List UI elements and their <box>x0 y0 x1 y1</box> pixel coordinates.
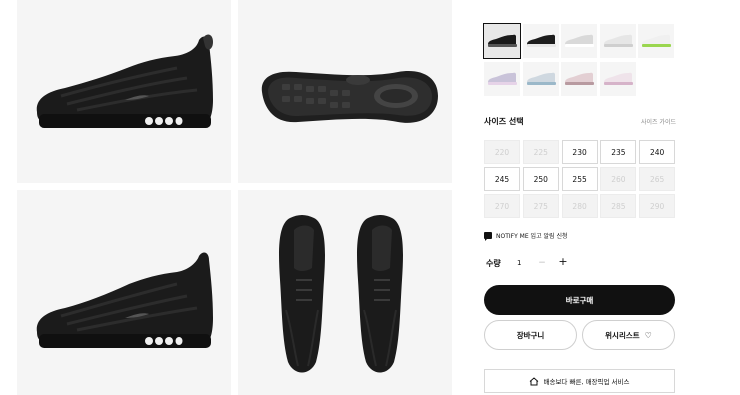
quantity-value[interactable]: 1 <box>517 259 521 267</box>
colorway-swatch[interactable] <box>561 24 597 58</box>
quantity-plus-button[interactable]: + <box>557 256 569 268</box>
shoe-top-view-image[interactable] <box>238 190 452 395</box>
size-option-235[interactable]: 235 <box>600 140 637 164</box>
size-option-275: 275 <box>522 194 559 218</box>
size-header: 사이즈 선택 사이즈 가이드 <box>484 116 676 130</box>
wishlist-label: 위시리스트 <box>605 330 640 340</box>
size-grid: 220 225 230 235 240 245 250 255 260 265 270 275 280 2… <box>484 140 676 218</box>
wishlist-button[interactable]: 위시리스트 ♡ <box>582 320 675 350</box>
chat-icon <box>484 232 492 241</box>
size-option-270: 270 <box>484 194 520 218</box>
quantity-stepper: 수량 1 − + <box>484 256 676 271</box>
buy-now-button[interactable]: 바로구매 <box>484 285 675 315</box>
colorway-swatch[interactable] <box>561 62 597 96</box>
size-option-265: 265 <box>639 167 676 191</box>
size-select-title: 사이즈 선택 <box>484 117 524 126</box>
notify-me-label: NOTIFY ME 입고 알림 신청 <box>496 233 568 240</box>
size-option-290: 290 <box>639 194 676 218</box>
size-option-250[interactable]: 250 <box>522 167 559 191</box>
size-option-280: 280 <box>561 194 598 218</box>
product-gallery <box>0 0 470 395</box>
home-icon <box>530 376 539 385</box>
size-option-230[interactable]: 230 <box>561 140 598 164</box>
shoe-side-view-image[interactable] <box>17 0 231 183</box>
add-to-cart-label: 장바구니 <box>516 330 545 340</box>
colorway-swatch[interactable] <box>522 62 559 96</box>
shoe-side-view-2-image[interactable] <box>17 190 231 395</box>
size-option-260: 260 <box>600 167 637 191</box>
colorway-swatch[interactable] <box>484 62 520 96</box>
quantity-minus-button[interactable]: − <box>536 257 548 269</box>
quantity-label: 수량 <box>486 259 501 268</box>
size-option-240[interactable]: 240 <box>639 140 676 164</box>
size-option-255[interactable]: 255 <box>561 167 598 191</box>
notify-me-link[interactable]: NOTIFY ME 입고 알림 신청 <box>484 231 568 241</box>
colorway-swatch[interactable] <box>599 62 636 96</box>
shoe-sole-view-image[interactable] <box>238 0 452 183</box>
size-option-285: 285 <box>600 194 637 218</box>
add-to-cart-button[interactable]: 장바구니 <box>484 320 577 350</box>
colorway-swatch[interactable] <box>638 24 674 58</box>
heart-icon: ♡ <box>644 330 652 340</box>
colorway-swatch[interactable] <box>522 24 559 58</box>
colorway-swatch[interactable] <box>599 24 636 58</box>
size-option-245[interactable]: 245 <box>484 167 520 191</box>
size-option-225: 225 <box>522 140 559 164</box>
store-pickup-button[interactable]: 배송보다 빠른, 매장픽업 서비스 <box>484 369 675 393</box>
size-option-220: 220 <box>484 140 520 164</box>
colorway-swatch[interactable] <box>483 23 521 59</box>
store-pickup-label: 배송보다 빠른, 매장픽업 서비스 <box>543 378 630 386</box>
size-guide-link[interactable]: 사이즈 가이드 <box>641 117 676 126</box>
